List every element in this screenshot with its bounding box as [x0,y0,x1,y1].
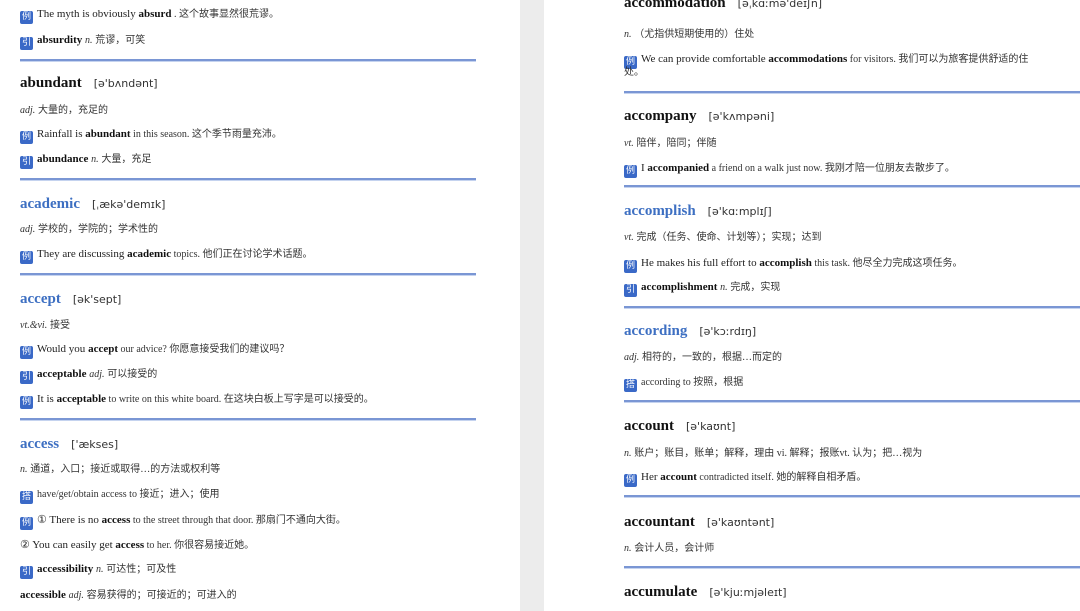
derived-tag-icon: 引 [20,37,33,50]
derived-line: 引 acceptable adj. 可以接受的 [20,368,158,384]
example-tag-icon: 例 [20,517,33,530]
left-page: 例 The myth is obviously absurd . 这个故事显然很荒… [0,0,520,611]
headword-accompany: accompany [ə'kʌmpəni] [624,108,775,124]
collocation-line: 搭 according to 按照，根据 [624,377,744,392]
example-line: 例 He makes his full effort to accomplish … [624,257,963,273]
entry-divider [624,400,1080,403]
headword-accomplish: accomplish [ə'kɑːmplɪʃ] [624,203,772,219]
collocation-line: 搭 have/get/obtain access to 接近；进入；使用 [20,489,220,504]
example-line: ② You can easily get access to her. 你很容易… [20,539,255,551]
headword-abundant: abundant [ə'bʌndənt] [20,75,158,91]
headword-account: account [ə'kaʊnt] [624,418,736,434]
example-line: 例 Her account contradicted itself. 她的解释自相… [624,471,867,487]
example-tag-icon: 例 [20,11,33,24]
headword-according: according [ə'kɔːrdɪŋ] [624,323,757,339]
example-tag-icon: 例 [20,346,33,359]
derived-line: 引 accessibility n. 可达性；可及性 [20,563,177,579]
derived-line: 引 accomplishment n. 完成，实现 [624,281,781,297]
entry-divider [624,306,1080,309]
collocation-tag-icon: 搭 [20,491,33,504]
definition-line: adj. 相符的，一致的，根据…而定的 [624,352,783,363]
definition-line: vt. 完成（任务、使命、计划等）；实现；达到 [624,232,822,243]
headword-access: access ['ækses] [20,436,119,452]
derived-tag-icon: 引 [20,371,33,384]
example-line: 例 The myth is obviously absurd . 这个故事显然很荒… [20,8,279,24]
example-tag-icon: 例 [624,260,637,273]
derived-tag-icon: 引 [20,156,33,169]
headword-accountant: accountant [ə'kaʊntənt] [624,514,775,530]
example-line: 例 Rainfall is abundant in this season. 这个… [20,128,282,144]
entry-divider [624,495,1080,498]
entry-divider [20,418,476,421]
entry-divider [624,185,1080,188]
example-continuation: 处。 [624,67,644,78]
right-page: accommodation [əˌkɑːmə'deɪʃn] n. （尤指供短期使用… [544,0,1080,611]
definition-line: n. 会计人员，会计师 [624,543,715,554]
example-line: 例① There is no access to the street thro… [20,514,346,530]
definition-line: n. 通道，入口；接近或取得…的方法或权利等 [20,464,221,475]
derived-line: accessible adj. 容易获得的；可接近的；可进入的 [20,589,237,601]
example-line: 例 It is acceptable to write on this white… [20,393,374,409]
example-line: 例 They are discussing academic topics. 他们… [20,248,313,264]
example-tag-icon: 例 [624,474,637,487]
entry-divider [624,566,1080,569]
definition-line: adj. 学校的，学院的；学术性的 [20,224,159,235]
example-tag-icon: 例 [20,251,33,264]
example-line: 例 Would you accept our advice? 你愿意接受我们的建议… [20,343,290,359]
derived-line: 引 absurdity n. 荒谬，可笑 [20,34,146,50]
definition-line: vt.&vi. 接受 [20,320,70,331]
entry-divider [20,273,476,276]
entry-divider [20,59,476,62]
headword-academic: academic [ˌækə'demɪk] [20,196,166,212]
example-tag-icon: 例 [20,396,33,409]
headword-accept: accept [ək'sept] [20,291,122,307]
collocation-tag-icon: 搭 [624,379,637,392]
definition-line: n. 账户；账目，账单；解释，理由 vi. 解释；报账vt. 认为；把…视为 [624,448,923,459]
entry-divider [624,91,1080,94]
example-tag-icon: 例 [20,131,33,144]
entry-divider [20,178,476,181]
definition-line: n. （尤指供短期使用的）住处 [624,29,755,40]
derived-line: 引 abundance n. 大量，充足 [20,153,152,169]
derived-tag-icon: 引 [20,566,33,579]
headword-accommodation: accommodation [əˌkɑːmə'deɪʃn] [624,0,823,11]
derived-tag-icon: 引 [624,284,637,297]
headword-accumulate: accumulate [ə'kjuːmjəleɪt] [624,584,787,600]
example-tag-icon: 例 [624,165,637,178]
example-line: 例I accompanied a friend on a walk just n… [624,162,955,178]
definition-line: adj. 大量的，充足的 [20,105,109,116]
definition-line: vt. 陪伴，陪同；伴随 [624,138,717,149]
